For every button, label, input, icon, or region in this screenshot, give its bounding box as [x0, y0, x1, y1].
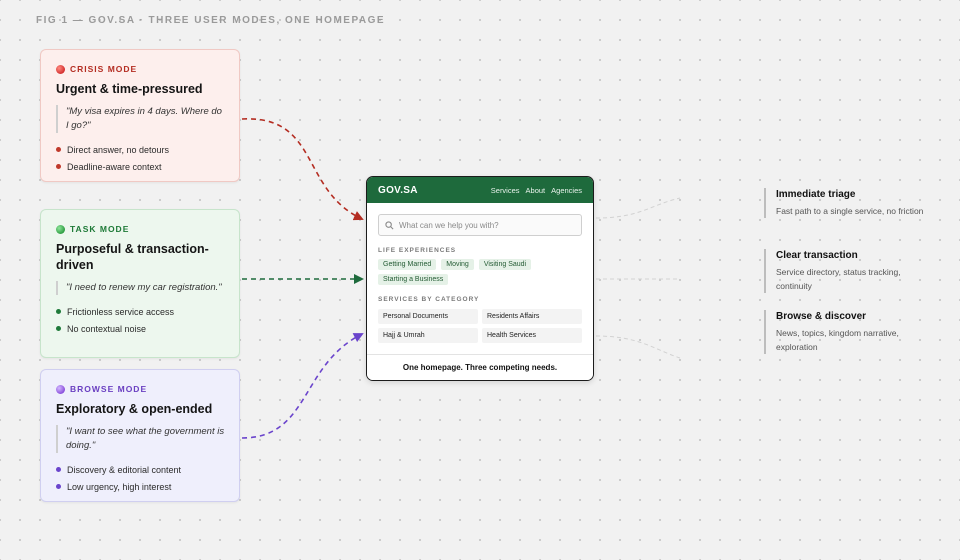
chip-getting-married[interactable]: Getting Married [378, 259, 437, 270]
homepage-header: GOV.SA Services About Agencies [367, 177, 593, 203]
outcome-immediate-triage: Immediate triage Fast path to a single s… [764, 188, 934, 218]
outcome-desc: Service directory, status tracking, cont… [776, 267, 901, 291]
list-item: Direct answer, no detours [56, 141, 225, 158]
nav-item-agencies[interactable]: Agencies [551, 186, 582, 195]
crisis-mode-title: Urgent & time-pressured [56, 82, 203, 96]
service-health[interactable]: Health Services [482, 328, 582, 343]
outcome-connector-1 [595, 197, 681, 219]
browse-mode-label: BROWSE MODE [70, 384, 148, 394]
service-personal-documents[interactable]: Personal Documents [378, 309, 478, 324]
outcome-desc: News, topics, kingdom narrative, explora… [776, 328, 899, 352]
bullet-icon [56, 147, 61, 152]
govsa-logo[interactable]: GOV.SA [378, 185, 418, 196]
bullet-icon [56, 164, 61, 169]
homepage-nav: Services About Agencies [491, 186, 582, 195]
outcome-desc: Fast path to a single service, no fricti… [776, 206, 924, 216]
list-item: Low urgency, high interest [56, 478, 225, 495]
bullet-text: Direct answer, no detours [67, 144, 170, 155]
list-item: No contextual noise [56, 320, 225, 337]
outcome-title: Clear transaction [776, 250, 858, 261]
list-item: Deadline-aware context [56, 158, 225, 175]
outcome-connector-3 [595, 335, 681, 359]
crisis-connector [241, 118, 364, 221]
life-experiences-heading: LIFE EXPERIENCES [378, 247, 457, 254]
search-placeholder: What can we help you with? [399, 220, 499, 230]
nav-item-services[interactable]: Services [491, 186, 520, 195]
homepage-mockup: GOV.SA Services About Agencies What can … [366, 176, 594, 381]
chip-moving[interactable]: Moving [441, 259, 474, 270]
browse-mode-header: BROWSE MODE [56, 384, 225, 394]
bullet-icon [56, 326, 61, 331]
search-icon [385, 220, 394, 229]
task-mode-title: Purposeful & transaction-driven [56, 242, 209, 272]
bullet-text: Frictionless service access [67, 306, 175, 317]
task-mode-card: TASK MODE Purposeful & transaction-drive… [40, 209, 240, 358]
outcome-clear-transaction: Clear transaction Service directory, sta… [764, 249, 934, 293]
bullet-icon [56, 484, 61, 489]
browse-connector [241, 333, 364, 439]
list-item: Discovery & editorial content [56, 461, 225, 478]
crisis-mode-header: CRISIS MODE [56, 64, 225, 74]
bullet-text: Low urgency, high interest [67, 481, 172, 492]
purple-dot-icon [56, 384, 65, 394]
nav-item-about[interactable]: About [526, 186, 546, 195]
bullet-text: Deadline-aware context [67, 161, 162, 172]
search-input[interactable]: What can we help you with? [378, 214, 582, 236]
bullet-text: Discovery & editorial content [67, 464, 182, 475]
red-dot-icon [56, 64, 65, 74]
chip-visiting-saudi[interactable]: Visiting Saudi [478, 259, 532, 270]
life-experiences-chips: Getting Married Moving Visiting Saudi St… [378, 259, 582, 285]
task-mode-bullets: Frictionless service access No contextua… [56, 303, 225, 337]
homepage-footer: One homepage. Three competing needs. [367, 354, 593, 380]
task-mode-header: TASK MODE [56, 224, 225, 234]
service-hajj-umrah[interactable]: Hajj & Umrah [378, 328, 478, 343]
bullet-icon [56, 309, 61, 314]
browse-mode-title: Exploratory & open-ended [56, 402, 213, 416]
crisis-mode-quote: "My visa expires in 4 days. Where do I g… [56, 105, 225, 133]
bullet-icon [56, 467, 61, 472]
outcome-title: Immediate triage [776, 189, 856, 200]
task-mode-quote: "I need to renew my car registration." [56, 281, 225, 295]
chip-starting-business[interactable]: Starting a Business [378, 274, 449, 285]
browse-mode-quote: "I want to see what the government is do… [56, 425, 225, 453]
browse-mode-card: BROWSE MODE Exploratory & open-ended "I … [40, 369, 240, 502]
green-dot-icon [56, 224, 65, 234]
crisis-mode-card: CRISIS MODE Urgent & time-pressured "My … [40, 49, 240, 182]
outcome-browse-discover: Browse & discover News, topics, kingdom … [764, 310, 934, 354]
outcome-title: Browse & discover [776, 311, 867, 322]
crisis-mode-label: CRISIS MODE [70, 64, 138, 74]
browse-mode-bullets: Discovery & editorial content Low urgenc… [56, 461, 225, 495]
services-grid: Personal Documents Residents Affairs Haj… [378, 309, 582, 343]
service-residents-affairs[interactable]: Residents Affairs [482, 309, 582, 324]
list-item: Frictionless service access [56, 303, 225, 320]
services-heading: SERVICES BY CATEGORY [378, 296, 480, 303]
crisis-mode-bullets: Direct answer, no detours Deadline-aware… [56, 141, 225, 175]
bullet-text: No contextual noise [67, 323, 147, 334]
task-mode-label: TASK MODE [70, 224, 130, 234]
